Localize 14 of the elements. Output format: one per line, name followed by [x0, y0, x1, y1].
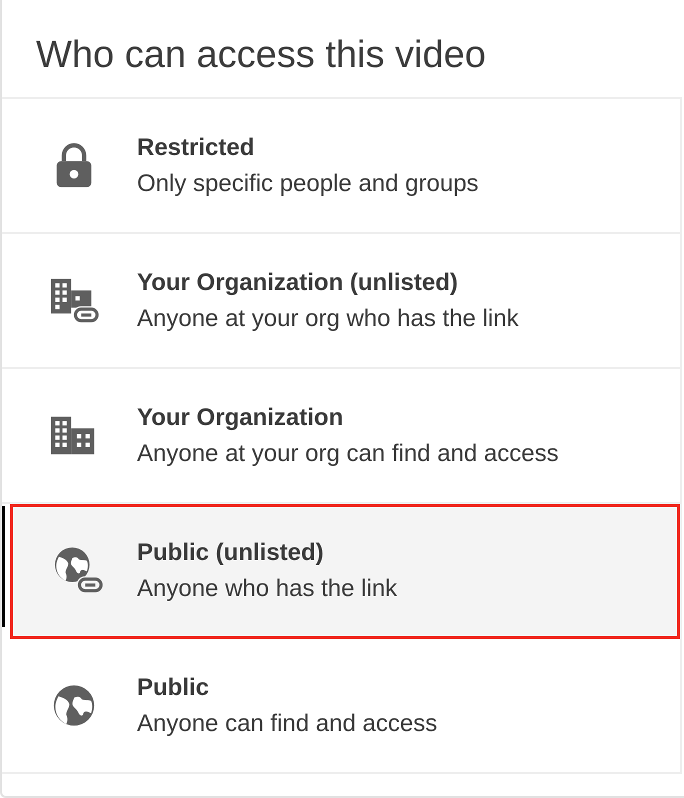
- option-description: Anyone can find and access: [137, 710, 438, 738]
- option-label: Public: [137, 674, 210, 702]
- option-label: Public (unlisted): [137, 538, 324, 566]
- access-option[interactable]: Restricted Only specific people and groups: [2, 99, 680, 234]
- option-label: Your Organization: [137, 404, 344, 432]
- dialog-title: Who can access this video: [35, 33, 487, 65]
- option-description: Anyone at your org who has the link: [137, 304, 519, 332]
- option-description: Only specific people and groups: [137, 170, 479, 198]
- option-label: Restricted: [137, 134, 254, 162]
- access-option[interactable]: Public Anyone can find and access: [2, 639, 680, 772]
- option-description: Anyone at your org can find and access: [137, 440, 559, 468]
- access-option[interactable]: Your Organization (unlisted) Anyone at your org who has the link: [2, 234, 680, 369]
- option-description: Anyone who has the link: [137, 574, 398, 602]
- option-label: Your Organization (unlisted): [137, 268, 458, 296]
